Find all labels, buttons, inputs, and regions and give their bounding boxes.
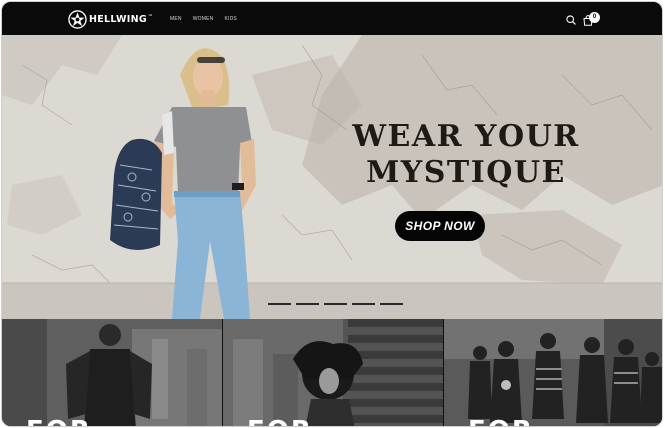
hero-banner: WEAR YOUR MYSTIQUE SHOP NOW — [2, 35, 662, 319]
hero-headline: WEAR YOUR MYSTIQUE — [336, 119, 596, 191]
headline-line-1: WEAR YOUR — [352, 119, 580, 154]
nav-item-women[interactable]: WOMEN — [193, 16, 214, 22]
slider-indicators — [268, 303, 403, 305]
site-header: HELLWING ™ MEN WOMEN KIDS 0 — [2, 2, 662, 35]
shop-now-button[interactable]: SHOP NOW — [395, 211, 485, 241]
cart-count-badge: 0 — [589, 12, 600, 23]
category-tile-women[interactable]: FOR — [223, 319, 443, 426]
trademark-symbol: ™ — [147, 12, 152, 18]
category-title-kids: FOR — [468, 416, 534, 426]
slide-indicator-2[interactable] — [296, 303, 319, 305]
category-title-women: FOR — [247, 416, 313, 426]
category-tile-men[interactable]: FOR — [2, 319, 222, 426]
main-nav: MEN WOMEN KIDS — [170, 16, 237, 22]
search-icon[interactable] — [566, 15, 576, 25]
nav-item-kids[interactable]: KIDS — [224, 16, 236, 22]
category-section: FOR FOR — [2, 319, 662, 426]
brand-logo[interactable]: HELLWING ™ — [68, 9, 152, 29]
women-category-image — [223, 319, 443, 426]
category-title-men: FOR — [26, 416, 92, 426]
slide-indicator-5[interactable] — [380, 303, 403, 305]
browser-frame: HELLWING ™ MEN WOMEN KIDS 0 WEAR YOUR MY… — [1, 1, 663, 427]
slide-indicator-3[interactable] — [324, 303, 347, 305]
kids-category-image — [444, 319, 662, 426]
headline-line-2: MYSTIQUE — [366, 155, 566, 190]
men-category-image — [2, 319, 222, 426]
slide-indicator-1[interactable] — [268, 303, 291, 305]
nav-item-men[interactable]: MEN — [170, 16, 182, 22]
star-logo-icon — [68, 9, 87, 29]
category-tile-kids[interactable]: FOR — [444, 319, 662, 426]
slide-indicator-4[interactable] — [352, 303, 375, 305]
brand-name: HELLWING — [89, 13, 147, 25]
